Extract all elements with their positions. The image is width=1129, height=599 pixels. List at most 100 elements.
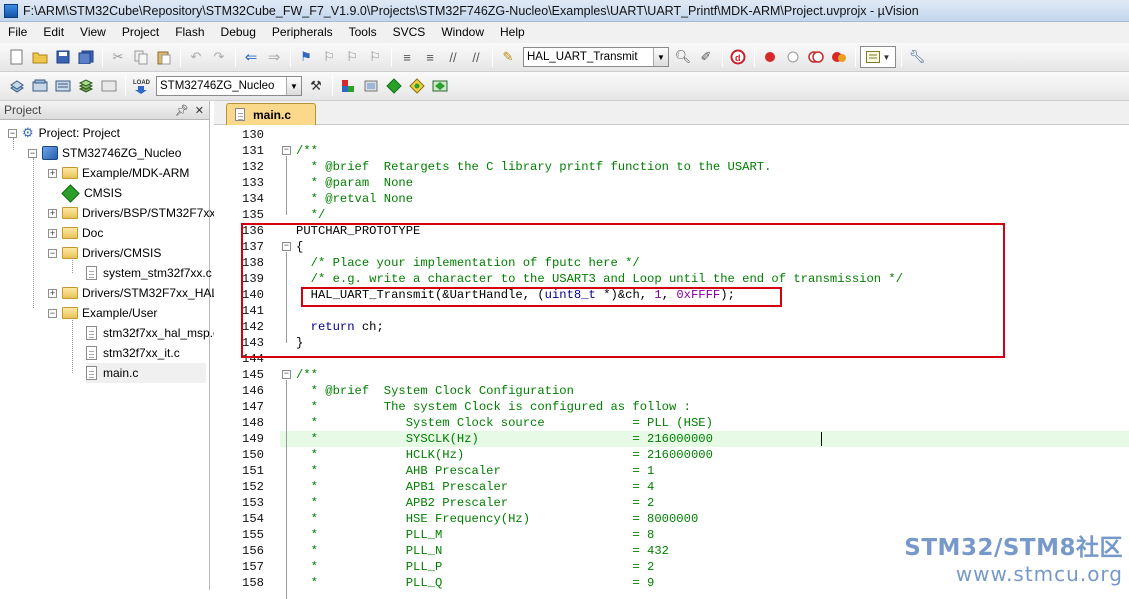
redo-icon[interactable]: ↷	[208, 46, 230, 68]
expand-icon[interactable]: +	[48, 228, 57, 238]
code-line[interactable]: * APB1 Prescaler = 4	[280, 479, 1129, 495]
manage-rte-icon[interactable]	[383, 75, 405, 97]
tree-item-group[interactable]: + Drivers/BSP/STM32F7xx	[48, 203, 215, 223]
pin-icon[interactable]: 📌︎	[175, 104, 189, 117]
tree-item-project-root[interactable]: − ⚙ Project: Project	[8, 123, 120, 143]
comment-icon[interactable]: //	[442, 46, 464, 68]
chevron-down-icon[interactable]: ▼	[653, 48, 668, 66]
next-bookmark-icon[interactable]: ⚐	[341, 46, 363, 68]
menu-window[interactable]: Window	[433, 22, 492, 43]
pack-installer-icon[interactable]	[406, 75, 428, 97]
code-line[interactable]: * SYSCLK(Hz) = 216000000	[280, 431, 1129, 447]
wrench-icon[interactable]: 🔧︎	[906, 46, 928, 68]
fold-collapse-icon[interactable]: −	[282, 370, 291, 379]
menu-debug[interactable]: Debug	[213, 22, 264, 43]
code-line[interactable]: * @brief System Clock Configuration	[280, 383, 1129, 399]
tree-item-file[interactable]: stm32f7xx_it.c	[86, 343, 180, 363]
find-combo[interactable]: HAL_UART_Transmit ▼	[523, 47, 669, 67]
clear-bookmarks-icon[interactable]: ⚐	[364, 46, 386, 68]
chevron-down-icon[interactable]: ▼	[286, 77, 301, 95]
window-layout-icon[interactable]: ▼	[860, 46, 896, 68]
menu-project[interactable]: Project	[114, 22, 167, 43]
expand-icon[interactable]: +	[48, 168, 57, 178]
unindent-icon[interactable]: ≡	[419, 46, 441, 68]
menu-flash[interactable]: Flash	[167, 22, 212, 43]
select-packs-icon[interactable]	[360, 75, 382, 97]
close-icon[interactable]: ✕	[195, 104, 204, 117]
kill-breakpoints-icon[interactable]	[828, 46, 850, 68]
code-line[interactable]: −/**	[280, 143, 1129, 159]
code-line[interactable]: * APB2 Prescaler = 2	[280, 495, 1129, 511]
code-line[interactable]: }	[280, 335, 1129, 351]
fold-collapse-icon[interactable]: −	[282, 242, 291, 251]
configure-icon[interactable]: ✐	[695, 46, 717, 68]
code-line[interactable]: * HCLK(Hz) = 216000000	[280, 447, 1129, 463]
code-line[interactable]: /* e.g. write a character to the USART3 …	[280, 271, 1129, 287]
code-line[interactable]: */	[280, 207, 1129, 223]
paste-icon[interactable]	[153, 46, 175, 68]
menu-help[interactable]: Help	[492, 22, 533, 43]
tree-item-group[interactable]: + Example/MDK-ARM	[48, 163, 189, 183]
manage-project-items-icon[interactable]	[337, 75, 359, 97]
code-area[interactable]: −/** * @brief Retargets the C library pr…	[280, 127, 1129, 599]
expand-icon[interactable]: +	[48, 208, 57, 218]
code-line[interactable]: return ch;	[280, 319, 1129, 335]
code-line[interactable]: * AHB Prescaler = 1	[280, 463, 1129, 479]
tab-main-c[interactable]: main.c	[226, 103, 316, 125]
pack-update-icon[interactable]	[429, 75, 451, 97]
uncomment-icon[interactable]: //	[465, 46, 487, 68]
batch-build-icon[interactable]	[75, 75, 97, 97]
tree-item-target[interactable]: − STM32746ZG_Nucleo	[28, 143, 181, 163]
menu-tools[interactable]: Tools	[341, 22, 385, 43]
code-line[interactable]: /* Place your implementation of fputc he…	[280, 255, 1129, 271]
debug-session-icon[interactable]: d	[727, 46, 749, 68]
download-load-icon[interactable]: LOAD	[130, 75, 152, 97]
code-line[interactable]: HAL_UART_Transmit(&UartHandle, (uint8_t …	[280, 287, 1129, 303]
breakpoint-icon[interactable]	[759, 46, 781, 68]
fold-collapse-icon[interactable]: −	[282, 146, 291, 155]
target-options-icon[interactable]: ⚒	[305, 75, 327, 97]
save-icon[interactable]	[52, 46, 74, 68]
save-all-icon[interactable]	[75, 46, 97, 68]
prev-bookmark-icon[interactable]: ⚐	[318, 46, 340, 68]
code-line[interactable]: * @param None	[280, 175, 1129, 191]
cut-icon[interactable]: ✂	[107, 46, 129, 68]
collapse-icon[interactable]: −	[8, 128, 17, 138]
tree-item-file[interactable]: system_stm32f7xx.c	[86, 263, 212, 283]
open-file-icon[interactable]	[29, 46, 51, 68]
tree-item-group[interactable]: − Example/User	[48, 303, 157, 323]
tree-item-file[interactable]: stm32f7xx_hal_msp.c	[86, 323, 219, 343]
navigate-forward-icon[interactable]: ⇒	[263, 46, 285, 68]
build-icon[interactable]	[29, 75, 51, 97]
code-line[interactable]: PUTCHAR_PROTOTYPE	[280, 223, 1129, 239]
code-line[interactable]	[280, 351, 1129, 367]
menu-edit[interactable]: Edit	[35, 22, 72, 43]
collapse-icon[interactable]: −	[28, 148, 37, 158]
undo-icon[interactable]: ↶	[185, 46, 207, 68]
indent-icon[interactable]: ≡	[396, 46, 418, 68]
breakpoint-disabled-icon[interactable]	[782, 46, 804, 68]
expand-icon[interactable]: +	[48, 288, 57, 298]
target-select[interactable]: STM32746ZG_Nucleo ▼	[156, 76, 302, 96]
code-line[interactable]	[280, 127, 1129, 143]
menu-file[interactable]: File	[0, 22, 35, 43]
code-line[interactable]: * @retval None	[280, 191, 1129, 207]
code-line[interactable]: −/**	[280, 367, 1129, 383]
collapse-icon[interactable]: −	[48, 308, 57, 318]
menu-peripherals[interactable]: Peripherals	[264, 22, 341, 43]
find-icon[interactable]: 🔍︎	[672, 46, 694, 68]
stop-build-icon[interactable]	[98, 75, 120, 97]
tree-item-group[interactable]: + Drivers/STM32F7xx_HAL	[48, 283, 218, 303]
tree-item-cmsis[interactable]: CMSIS	[61, 183, 122, 203]
translate-icon[interactable]	[6, 75, 28, 97]
menu-svcs[interactable]: SVCS	[385, 22, 434, 43]
code-line[interactable]: * System Clock source = PLL (HSE)	[280, 415, 1129, 431]
tree-item-file-selected[interactable]: main.c	[86, 363, 206, 383]
bookmark-icon[interactable]: ⚑	[295, 46, 317, 68]
tree-item-group[interactable]: − Drivers/CMSIS	[48, 243, 161, 263]
rebuild-icon[interactable]	[52, 75, 74, 97]
code-line[interactable]: * @brief Retargets the C library printf …	[280, 159, 1129, 175]
find-in-files-icon[interactable]: ✎	[497, 46, 519, 68]
disable-all-breakpoints-icon[interactable]	[805, 46, 827, 68]
code-line[interactable]	[280, 303, 1129, 319]
